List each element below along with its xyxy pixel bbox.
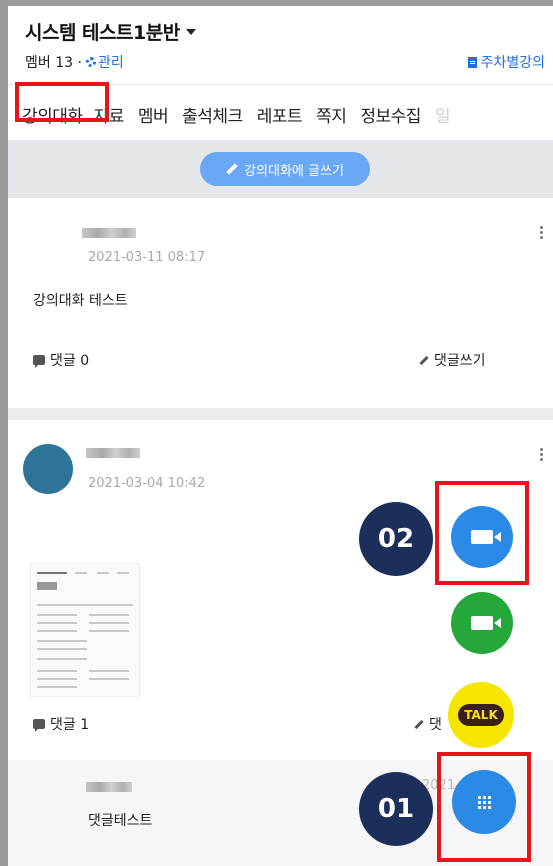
write-comment-button[interactable]: 댓	[414, 714, 442, 734]
tab-more[interactable]: 일	[428, 102, 457, 127]
highlight-box-video	[435, 481, 529, 585]
write-comment-label: 댓	[429, 717, 442, 733]
reply-content: 댓글테스트	[88, 813, 153, 829]
avatar[interactable]	[23, 444, 73, 494]
write-comment-button[interactable]: 댓글쓰기	[419, 350, 486, 370]
tab-members[interactable]: 멤버	[131, 102, 175, 127]
gear-icon	[85, 57, 96, 67]
write-bar: 강의대화에 글쓰기	[8, 140, 553, 198]
author-name-blurred	[82, 228, 136, 238]
weekly-lecture-label: 주차별강의	[480, 55, 545, 71]
pencil-icon	[414, 719, 424, 729]
post-card: 2021-03-11 08:17 강의대화 테스트 댓글 0 댓글쓰기	[8, 198, 553, 408]
divider	[8, 408, 553, 420]
write-post-label: 강의대화에 글쓰기	[244, 163, 344, 179]
class-title-dropdown[interactable]: 시스템 테스트1분반	[25, 18, 196, 45]
more-options-icon[interactable]	[540, 448, 543, 463]
post-date: 2021-03-04 10:42	[88, 476, 206, 491]
pencil-icon	[419, 355, 429, 365]
comment-count-label: 댓글 1	[50, 717, 90, 733]
more-options-icon[interactable]	[540, 226, 543, 241]
reply-author-blurred	[86, 782, 132, 792]
comment-icon	[33, 355, 45, 368]
manage-link[interactable]: 관리	[85, 52, 124, 72]
tab-attendance[interactable]: 출석체크	[175, 102, 250, 127]
highlight-box-menu	[437, 752, 531, 862]
write-comment-label: 댓글쓰기	[434, 353, 486, 369]
comment-count-label: 댓글 0	[50, 353, 90, 369]
kakao-talk-button[interactable]: TALK	[448, 682, 514, 748]
comment-count[interactable]: 댓글 1	[33, 714, 89, 734]
post-date: 2021-03-11 08:17	[88, 250, 206, 265]
post-content: 강의대화 테스트	[33, 293, 128, 309]
chevron-down-icon	[185, 28, 196, 35]
comment-count[interactable]: 댓글 0	[33, 350, 89, 370]
step-badge-01: 01	[359, 772, 433, 846]
attachment-thumbnail[interactable]	[30, 563, 140, 697]
author-name-blurred	[86, 448, 140, 458]
document-icon	[467, 56, 477, 68]
tab-report[interactable]: 레포트	[250, 102, 309, 127]
video-call-button-green[interactable]	[451, 592, 513, 654]
member-meta: 멤버 13 · 관리	[25, 52, 124, 72]
pencil-icon	[226, 163, 238, 175]
page-title: 시스템 테스트1분반	[25, 22, 180, 44]
highlight-box-tab	[15, 82, 109, 122]
step-badge-02: 02	[359, 502, 433, 576]
tab-messages[interactable]: 쪽지	[309, 102, 353, 127]
kakao-talk-icon: TALK	[458, 704, 504, 726]
comment-icon	[33, 719, 45, 732]
write-post-button[interactable]: 강의대화에 글쓰기	[200, 152, 370, 186]
manage-label: 관리	[97, 55, 124, 71]
member-count: 멤버 13 ·	[25, 55, 82, 71]
tab-info-collect[interactable]: 정보수집	[353, 102, 428, 127]
video-camera-icon	[471, 616, 501, 630]
app-frame: 시스템 테스트1분반 멤버 13 · 관리 주차별강의 강의대화 자료 멤버 출…	[8, 6, 553, 866]
weekly-lecture-link[interactable]: 주차별강의	[467, 52, 545, 72]
